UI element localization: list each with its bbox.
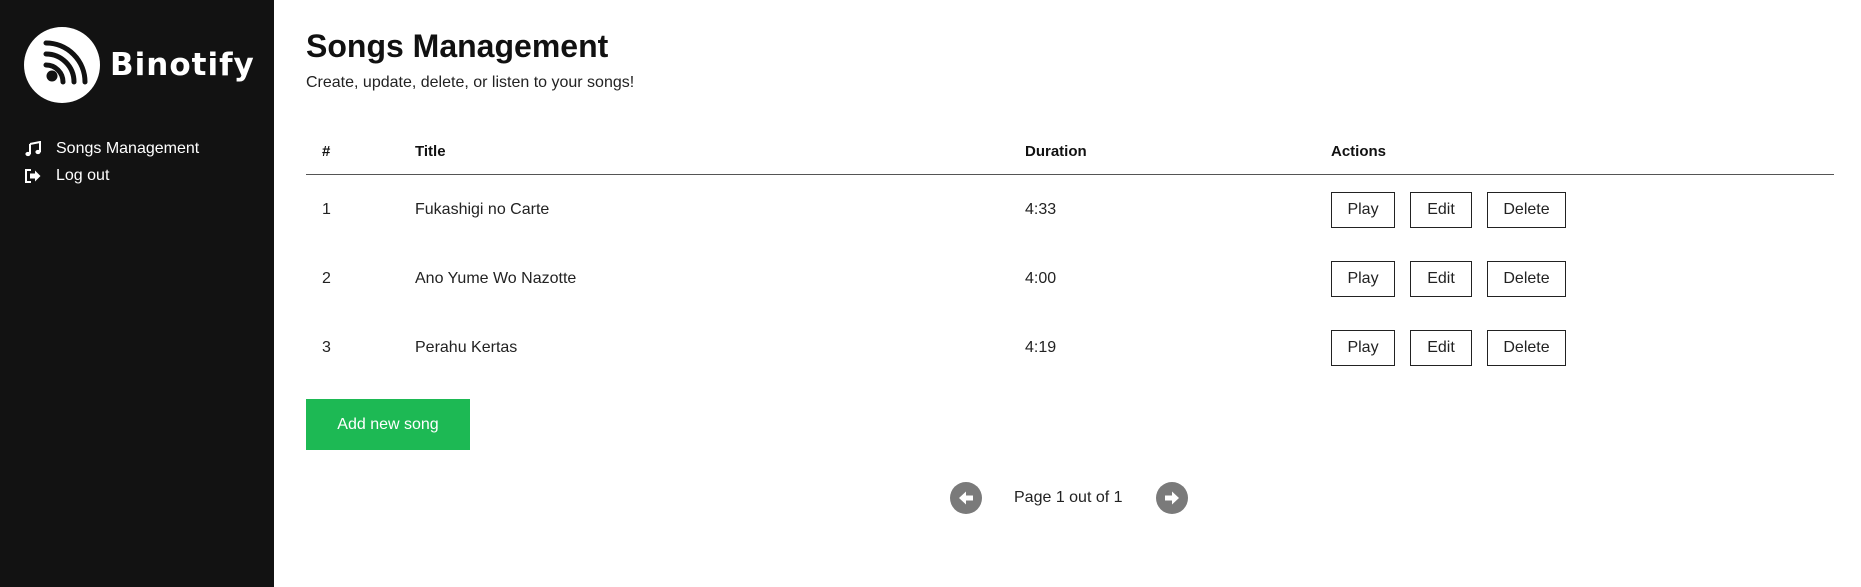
play-button[interactable]: Play	[1331, 260, 1395, 297]
logout-icon	[24, 167, 42, 185]
brand[interactable]: Binotify	[24, 27, 255, 103]
table-header-row: # Title Duration Actions	[306, 128, 1834, 175]
play-button[interactable]: Play	[1331, 329, 1395, 366]
pagination: Page 1 out of 1	[950, 482, 1188, 514]
sidebar-item-songs-management[interactable]: Songs Management	[24, 135, 199, 162]
delete-button[interactable]: Delete	[1487, 260, 1566, 297]
table-row: 1 Fukashigi no Carte 4:33 Play Edit Dele…	[306, 175, 1834, 245]
delete-button[interactable]: Delete	[1487, 191, 1566, 228]
table-row: 3 Perahu Kertas 4:19 Play Edit Delete	[306, 313, 1834, 382]
music-note-icon	[24, 140, 42, 158]
edit-button[interactable]: Edit	[1410, 329, 1472, 366]
song-number: 3	[322, 338, 331, 356]
column-header-duration: Duration	[1025, 128, 1331, 175]
edit-button[interactable]: Edit	[1410, 191, 1472, 228]
play-button[interactable]: Play	[1331, 191, 1395, 228]
edit-button[interactable]: Edit	[1410, 260, 1472, 297]
song-title: Ano Yume Wo Nazotte	[415, 269, 577, 287]
brand-name: Binotify	[110, 47, 255, 83]
sidebar-item-log-out[interactable]: Log out	[24, 162, 199, 189]
song-actions: Play Edit Delete	[1331, 175, 1834, 245]
rss-signal-icon	[24, 27, 100, 103]
column-header-number: #	[306, 128, 415, 175]
page-subtitle: Create, update, delete, or listen to you…	[306, 74, 635, 91]
sidebar: Binotify Songs Management Log out	[0, 0, 274, 587]
sidebar-item-label: Songs Management	[56, 139, 200, 157]
sidebar-item-label: Log out	[56, 166, 110, 184]
column-header-actions: Actions	[1331, 128, 1834, 175]
song-number: 2	[322, 269, 331, 287]
page-indicator: Page 1 out of 1	[1014, 489, 1123, 506]
song-actions: Play Edit Delete	[1331, 244, 1834, 313]
song-number: 1	[322, 200, 331, 218]
song-duration: 4:00	[1025, 269, 1057, 287]
delete-button[interactable]: Delete	[1487, 329, 1566, 366]
arrow-left-circle-icon[interactable]	[950, 482, 982, 514]
song-title: Perahu Kertas	[415, 338, 518, 356]
song-actions: Play Edit Delete	[1331, 313, 1834, 382]
page-title: Songs Management	[306, 28, 609, 64]
song-duration: 4:33	[1025, 200, 1057, 218]
arrow-right-circle-icon[interactable]	[1155, 482, 1188, 514]
song-title: Fukashigi no Carte	[415, 200, 550, 218]
table-row: 2 Ano Yume Wo Nazotte 4:00 Play Edit Del…	[306, 244, 1834, 313]
songs-table: # Title Duration Actions 1 Fukashigi no …	[306, 128, 1834, 382]
column-header-title: Title	[415, 128, 1025, 175]
song-duration: 4:19	[1025, 338, 1057, 356]
add-new-song-button[interactable]: Add new song	[306, 399, 470, 450]
sidebar-nav: Songs Management Log out	[24, 135, 199, 189]
